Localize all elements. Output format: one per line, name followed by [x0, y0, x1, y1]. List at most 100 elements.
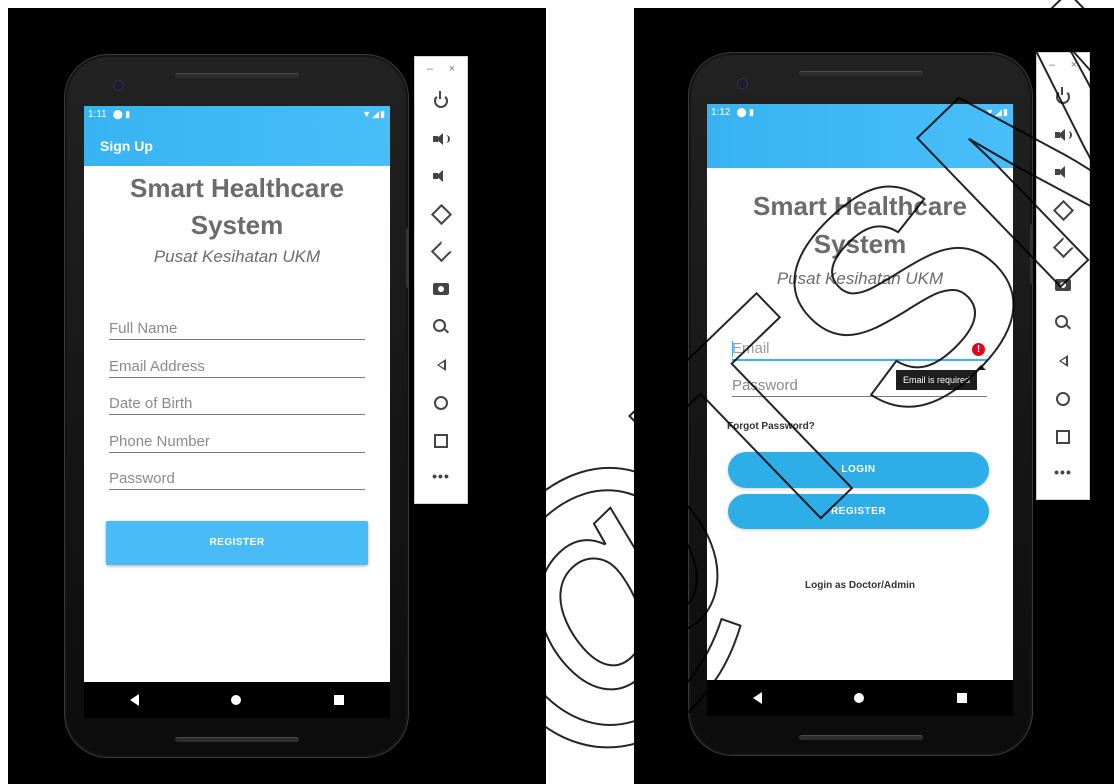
phone-number-field[interactable]: Phone Number — [109, 433, 365, 453]
status-time: 1:11 — [88, 108, 107, 120]
date-of-birth-field[interactable]: Date of Birth — [109, 395, 365, 415]
more-icon: ••• — [1054, 464, 1072, 480]
camera-icon — [1055, 279, 1071, 291]
rotate-left-icon — [1052, 199, 1074, 221]
login-button[interactable]: LOGIN — [728, 452, 989, 488]
toolbar-window-controls: – × — [1037, 59, 1089, 71]
zoom-icon — [433, 319, 446, 332]
left-phone-screen: 1:11 ⬤ ▮ ▼◢▮ Sign Up Smart Healthcare Sy… — [84, 106, 390, 718]
app-subtitle: Pusat Kesihatan UKM — [776, 269, 944, 288]
toolbar-window-controls: – × — [415, 63, 467, 75]
navigation-bar — [84, 682, 390, 718]
app-bar: 1:12 ⬤ ▮ ▼◢▮ — [707, 104, 1013, 168]
volume-down-icon — [1055, 166, 1071, 178]
rotate-left-icon — [430, 203, 452, 225]
minimize-button[interactable]: – — [1049, 59, 1055, 71]
home-button[interactable] — [1037, 387, 1089, 411]
back-button[interactable] — [415, 353, 467, 377]
overview-icon — [1056, 430, 1070, 444]
close-button[interactable]: × — [449, 63, 455, 75]
email-input[interactable]: Email — [732, 340, 987, 361]
front-camera — [737, 78, 748, 89]
rotate-right-button[interactable] — [415, 239, 467, 263]
rotate-right-icon — [1052, 236, 1074, 258]
app-title-line1: Smart Healthcare — [753, 191, 967, 221]
volume-up-icon — [433, 133, 450, 145]
volume-down-icon — [433, 170, 449, 182]
volume-down-button[interactable] — [415, 164, 467, 188]
volume-down-button[interactable] — [1037, 160, 1089, 184]
nav-home-icon[interactable] — [231, 695, 242, 705]
register-button[interactable]: REGISTER — [106, 521, 368, 565]
full-name-field[interactable]: Full Name — [109, 320, 365, 340]
app-bar: 1:11 ⬤ ▮ ▼◢▮ Sign Up — [84, 106, 390, 166]
app-title-line2: System — [190, 210, 284, 240]
side-button — [406, 228, 409, 288]
screenshot-button[interactable] — [1037, 273, 1089, 297]
nav-home-icon[interactable] — [854, 693, 865, 703]
text-cursor — [732, 341, 733, 357]
back-button[interactable] — [1037, 349, 1089, 373]
error-icon: ! — [972, 343, 985, 356]
navigation-bar — [707, 680, 1013, 716]
rotate-left-button[interactable] — [415, 202, 467, 226]
rotate-right-icon — [430, 240, 452, 262]
more-button[interactable]: ••• — [415, 467, 467, 491]
nav-back-icon[interactable] — [130, 694, 140, 706]
register-button[interactable]: REGISTER — [728, 494, 989, 529]
home-icon — [434, 396, 448, 410]
app-title-line1: Smart Healthcare — [130, 173, 344, 203]
camera-icon — [433, 283, 449, 295]
nav-recents-icon[interactable] — [333, 695, 344, 705]
back-icon — [436, 359, 446, 371]
emulator-toolbar-left: – × ••• — [414, 56, 468, 504]
overview-button[interactable] — [415, 429, 467, 453]
notification-icons: ⬤ ▮ — [736, 106, 754, 117]
top-speaker — [175, 73, 299, 78]
volume-up-button[interactable] — [1037, 123, 1089, 147]
power-button[interactable] — [415, 89, 467, 113]
zoom-icon — [1055, 315, 1068, 328]
front-camera — [113, 80, 124, 91]
signal-battery-icon: ▼◢▮ — [362, 108, 386, 119]
screenshot-button[interactable] — [415, 277, 467, 301]
doctor-admin-login-link[interactable]: Login as Doctor/Admin — [707, 580, 1013, 591]
rotate-left-button[interactable] — [1037, 198, 1089, 222]
power-icon — [1056, 87, 1070, 104]
zoom-button[interactable] — [1037, 311, 1089, 335]
overview-button[interactable] — [1037, 425, 1089, 449]
overview-icon — [434, 434, 448, 448]
bottom-speaker — [175, 737, 299, 742]
close-button[interactable]: × — [1071, 59, 1077, 71]
bottom-speaker — [799, 735, 923, 740]
forgot-password-link[interactable]: Forgot Password? — [727, 421, 815, 432]
rotate-right-button[interactable] — [1037, 235, 1089, 259]
home-icon — [1056, 392, 1070, 406]
signal-battery-icon: ▼◢▮ — [985, 106, 1009, 117]
power-button[interactable] — [1037, 85, 1089, 109]
minimize-button[interactable]: – — [427, 63, 433, 75]
app-title-line2: System — [813, 229, 907, 259]
volume-up-button[interactable] — [415, 127, 467, 151]
zoom-button[interactable] — [415, 315, 467, 339]
email-field[interactable]: Email Address — [109, 358, 365, 378]
home-button[interactable] — [415, 391, 467, 415]
back-icon — [1058, 355, 1068, 367]
password-input[interactable]: Password — [732, 377, 987, 397]
nav-recents-icon[interactable] — [956, 693, 967, 703]
right-phone-screen: 1:12 ⬤ ▮ ▼◢▮ Smart Healthcare System Pus… — [707, 104, 1013, 716]
status-bar: 1:12 ⬤ ▮ ▼◢▮ — [707, 104, 1013, 120]
app-subtitle: Pusat Kesihatan UKM — [153, 247, 321, 266]
nav-back-icon[interactable] — [753, 692, 763, 704]
emulator-toolbar-right: – × ••• — [1036, 52, 1090, 500]
appbar-title: Sign Up — [100, 138, 153, 154]
top-speaker — [799, 71, 923, 76]
password-field[interactable]: Password — [109, 470, 365, 490]
power-icon — [434, 91, 448, 108]
more-icon: ••• — [432, 468, 450, 484]
notification-icons: ⬤ ▮ — [112, 108, 131, 119]
status-bar: 1:11 ⬤ ▮ ▼◢▮ — [84, 106, 390, 122]
volume-up-icon — [1055, 129, 1072, 141]
more-button[interactable]: ••• — [1037, 463, 1089, 487]
status-time: 1:12 — [711, 106, 731, 118]
